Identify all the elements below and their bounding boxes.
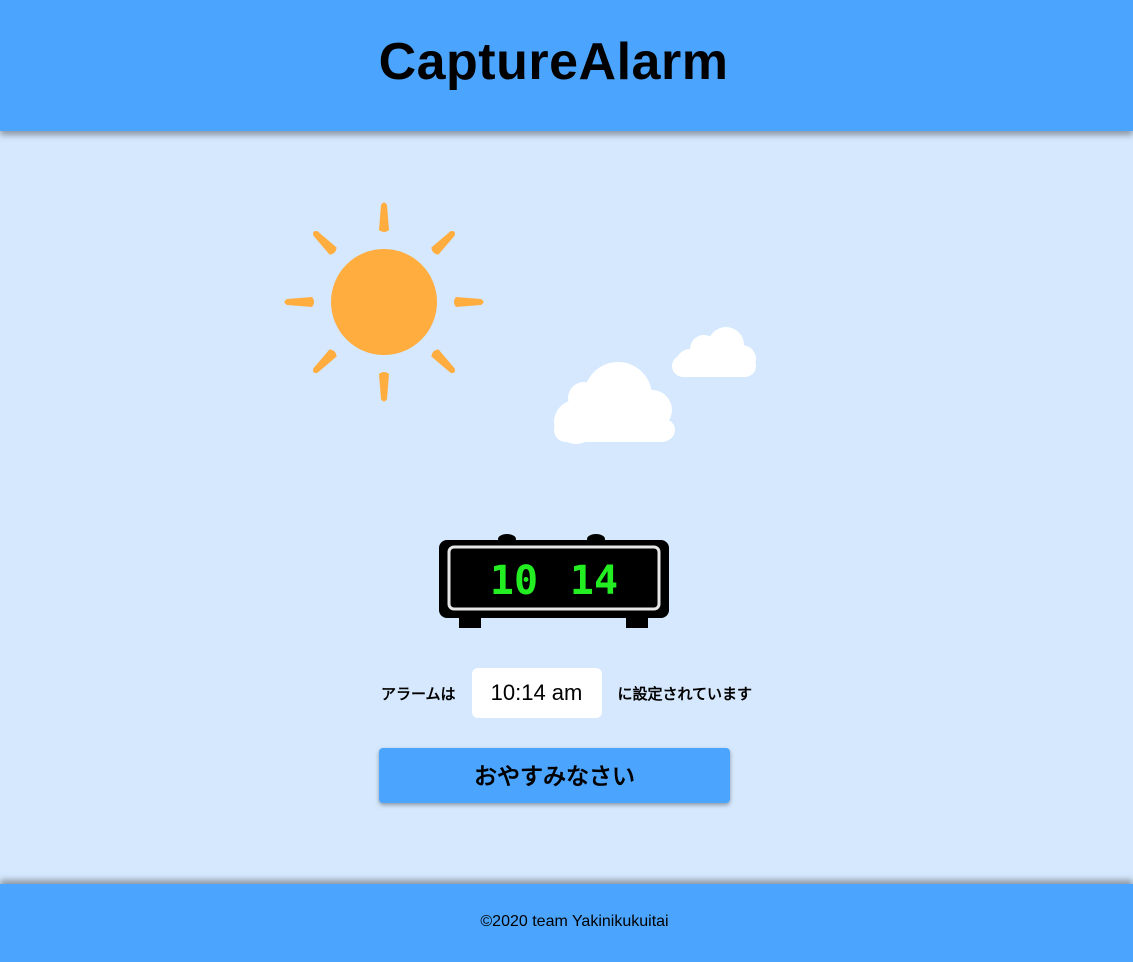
sleep-button[interactable]: おやすみなさい	[379, 748, 730, 803]
app-footer: ©2020 team Yakinikukuitai	[0, 884, 1133, 962]
cloud-icon	[554, 362, 675, 444]
alarm-suffix-label: に設定されています	[617, 685, 753, 703]
clock-minute: 14	[570, 558, 618, 604]
copyright-text: ©2020 team Yakinikukuitai	[480, 913, 669, 930]
app-header: CaptureAlarm	[0, 0, 1133, 131]
sun-icon	[284, 202, 484, 402]
alarm-prefix-label: アラームは	[380, 685, 456, 703]
alarm-time-display: 10:14 am	[471, 668, 602, 718]
app-title: CaptureAlarm	[378, 32, 729, 91]
alarm-status: アラームは 10:14 am に設定されています	[0, 668, 1133, 718]
clock-hour: 10	[490, 558, 538, 604]
cloud-icon	[672, 327, 756, 377]
digital-clock-icon: 10 14	[439, 534, 669, 628]
